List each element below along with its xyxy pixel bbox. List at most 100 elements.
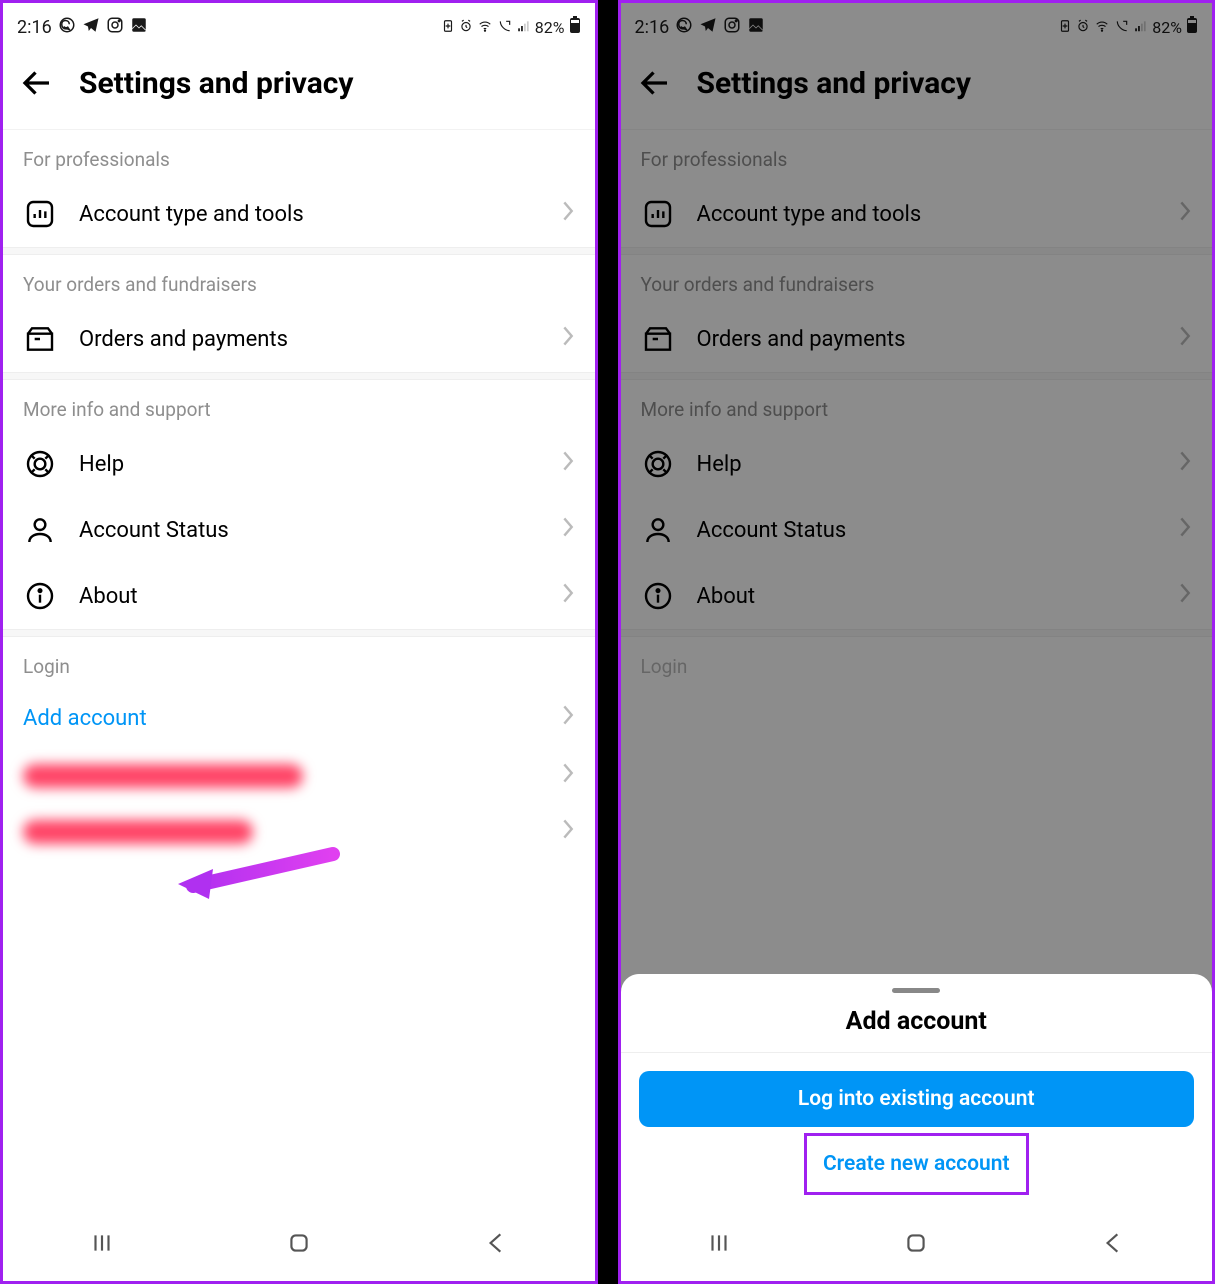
back-nav-button[interactable] [1100, 1230, 1126, 1263]
recents-button[interactable] [706, 1230, 732, 1263]
row-about[interactable]: About [3, 563, 595, 629]
row-account-status[interactable]: Account Status [3, 497, 595, 563]
gallery-icon [747, 16, 765, 39]
person-icon [641, 513, 675, 547]
box-icon [641, 322, 675, 356]
row-label: Help [697, 452, 1157, 477]
person-icon [23, 513, 57, 547]
row-help[interactable]: Help [621, 431, 1213, 497]
chevron-right-icon [561, 762, 575, 790]
alarm-icon [459, 18, 473, 37]
section-professionals-label: For professionals [3, 130, 595, 181]
status-time: 2:16 [17, 17, 52, 38]
signal-icon [517, 18, 531, 37]
whatsapp-icon [675, 16, 693, 39]
chevron-right-icon [561, 200, 575, 228]
screenshot-right: 2:16 82% Settings and privacy [618, 0, 1215, 1284]
bar-chart-icon [641, 197, 675, 231]
row-account-status[interactable]: Account Status [621, 497, 1213, 563]
instagram-icon [723, 16, 741, 39]
header: Settings and privacy [621, 47, 1213, 129]
section-support-label: More info and support [621, 380, 1213, 431]
header: Settings and privacy [3, 47, 595, 129]
home-button[interactable] [903, 1230, 929, 1263]
add-account-link: Add account [23, 706, 539, 731]
info-icon [23, 579, 57, 613]
status-time: 2:16 [635, 17, 670, 38]
row-orders-payments[interactable]: Orders and payments [3, 306, 595, 372]
back-button[interactable] [637, 65, 673, 101]
row-about[interactable]: About [621, 563, 1213, 629]
wifi-icon [1094, 18, 1110, 37]
chevron-right-icon [561, 450, 575, 478]
row-help[interactable]: Help [3, 431, 595, 497]
chevron-right-icon [561, 325, 575, 353]
instagram-icon [106, 16, 124, 39]
lifebuoy-icon [641, 447, 675, 481]
chevron-right-icon [561, 516, 575, 544]
chevron-right-icon [561, 582, 575, 610]
login-existing-button[interactable]: Log into existing account [639, 1071, 1195, 1127]
section-divider [3, 372, 595, 380]
section-divider [621, 372, 1213, 380]
android-navbar [3, 1216, 595, 1281]
telegram-icon [82, 16, 100, 39]
android-navbar [621, 1216, 1213, 1281]
section-orders-label: Your orders and fundraisers [3, 255, 595, 306]
redacted-text [23, 820, 253, 844]
status-bar: 2:16 82% [3, 3, 595, 47]
row-label: Account type and tools [697, 202, 1157, 227]
page-title: Settings and privacy [697, 66, 972, 101]
row-account-tools[interactable]: Account type and tools [621, 181, 1213, 247]
lifebuoy-icon [23, 447, 57, 481]
section-login-label: Login [3, 637, 595, 688]
battery-text: 82% [535, 18, 565, 37]
row-account-tools[interactable]: Account type and tools [3, 181, 595, 247]
chevron-right-icon [1178, 516, 1192, 544]
bar-chart-icon [23, 197, 57, 231]
chevron-right-icon [1178, 325, 1192, 353]
status-bar: 2:16 82% [621, 3, 1213, 47]
wifi-icon [477, 18, 493, 37]
sheet-drag-handle[interactable] [892, 988, 940, 993]
alarm-icon [1076, 18, 1090, 37]
redacted-text [23, 764, 303, 788]
create-new-account-button[interactable]: Create new account [807, 1136, 1026, 1192]
add-account-sheet: Add account Log into existing account Cr… [621, 974, 1213, 1213]
back-button[interactable] [19, 65, 55, 101]
telegram-icon [699, 16, 717, 39]
chevron-right-icon [1178, 200, 1192, 228]
info-icon [641, 579, 675, 613]
row-label: Account Status [697, 518, 1157, 543]
row-redacted[interactable] [3, 748, 595, 804]
row-label: About [697, 584, 1157, 609]
gallery-icon [130, 16, 148, 39]
back-nav-button[interactable] [483, 1230, 509, 1263]
section-divider [3, 247, 595, 255]
section-login-label: Login [621, 637, 1213, 688]
section-divider [621, 247, 1213, 255]
row-label: About [79, 584, 539, 609]
row-add-account[interactable]: Add account [3, 688, 595, 748]
section-orders-label: Your orders and fundraisers [621, 255, 1213, 306]
recents-button[interactable] [89, 1230, 115, 1263]
battery-saver-icon [1058, 18, 1072, 37]
row-label: Help [79, 452, 539, 477]
battery-text: 82% [1152, 18, 1182, 37]
section-divider [3, 629, 595, 637]
home-button[interactable] [286, 1230, 312, 1263]
whatsapp-icon [58, 16, 76, 39]
row-label: Orders and payments [79, 327, 539, 352]
row-label: Orders and payments [697, 327, 1157, 352]
chevron-right-icon [1178, 450, 1192, 478]
battery-icon [569, 16, 581, 38]
sheet-title: Add account [621, 1007, 1213, 1053]
row-orders-payments[interactable]: Orders and payments [621, 306, 1213, 372]
chevron-right-icon [1178, 582, 1192, 610]
section-professionals-label: For professionals [621, 130, 1213, 181]
battery-saver-icon [441, 18, 455, 37]
section-divider [621, 629, 1213, 637]
chevron-right-icon [561, 818, 575, 846]
row-redacted[interactable] [3, 804, 595, 860]
volte-icon [1114, 18, 1130, 37]
